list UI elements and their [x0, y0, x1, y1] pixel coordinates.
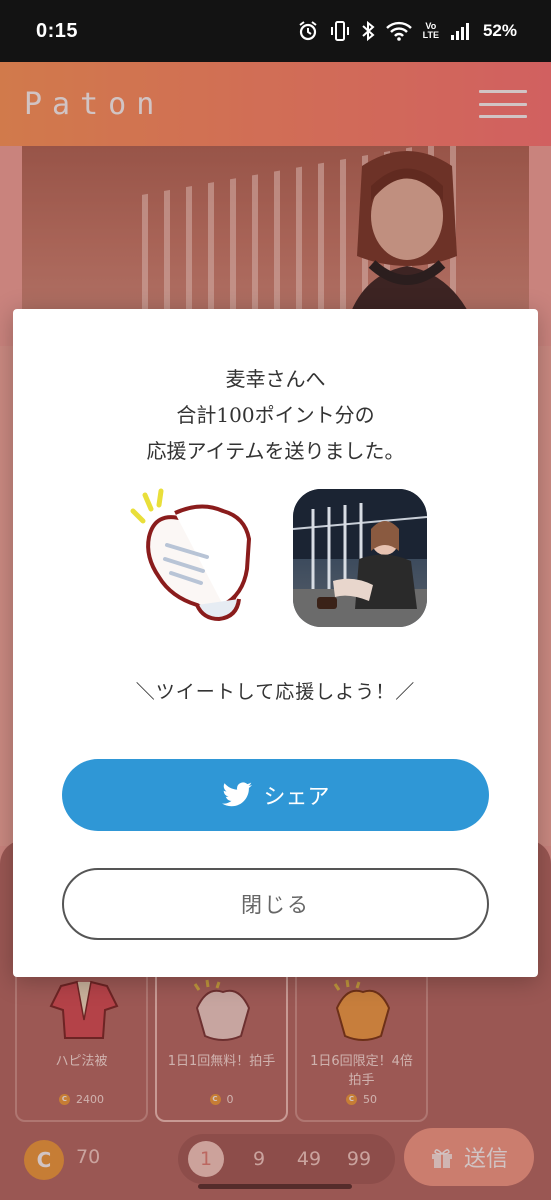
modal-message-line: 応援アイテムを送りました。 [146, 439, 405, 463]
share-twitter-button[interactable]: シェア [62, 759, 489, 831]
status-time: 0:15 [36, 19, 79, 42]
support-sent-modal: 麦幸さんへ 合計100ポイント分の 応援アイテムを送りました。 ＼ツイートして応… [13, 309, 538, 977]
bluetooth-icon [361, 20, 375, 42]
clap-hands-icon [130, 488, 252, 622]
status-icons: Vo LTE 52% [297, 20, 517, 42]
battery-level: 52% [482, 21, 517, 40]
modal-message-line: 合計100ポイント分の [176, 403, 375, 427]
modal-message-line: 麦幸さんへ [225, 367, 326, 391]
volte-icon: Vo LTE [422, 21, 439, 40]
signal-icon [450, 23, 469, 40]
modal-message: 麦幸さんへ 合計100ポイント分の 応援アイテムを送りました。 [13, 361, 538, 469]
tweet-prompt: ＼ツイートして応援しよう！／ [135, 681, 416, 703]
recipient-photo [293, 489, 427, 627]
recipient-photo-image [293, 489, 427, 627]
close-button[interactable]: 閉じる [62, 868, 489, 940]
vibrate-icon [330, 21, 349, 41]
alarm-icon [299, 21, 317, 41]
share-label: シェア [263, 785, 330, 810]
status-bar: 0:15 Vo LTE 52% [0, 0, 551, 62]
wifi-icon [385, 21, 412, 41]
twitter-bird-icon [222, 782, 253, 807]
